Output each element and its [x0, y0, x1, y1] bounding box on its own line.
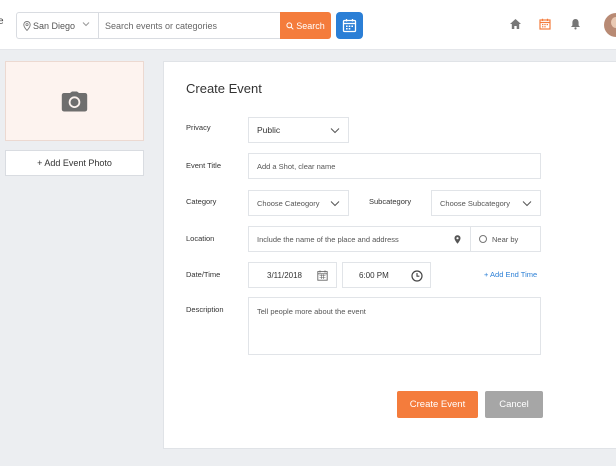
description-placeholder: Tell people more about the event	[257, 307, 366, 316]
event-photo-placeholder[interactable]	[5, 61, 144, 141]
chevron-down-icon	[330, 128, 340, 134]
event-title-label: Event Title	[186, 161, 222, 170]
time-value: 6:00 PM	[359, 270, 389, 280]
subcategory-label: Subcategory	[369, 197, 412, 206]
location-input[interactable]: Include the name of the place and addres…	[248, 226, 471, 252]
events-nav[interactable]	[538, 17, 552, 31]
chevron-down-icon	[330, 201, 340, 207]
add-event-photo-button[interactable]: + Add Event Photo	[5, 150, 144, 176]
event-title-placeholder: Add a Shot, clear name	[257, 161, 336, 171]
search-button[interactable]: Search	[280, 12, 331, 39]
search-button-label: Search	[296, 20, 325, 31]
datetime-label: Date/Time	[186, 270, 221, 279]
privacy-value: Public	[257, 125, 281, 135]
location-selector[interactable]: San Diego	[17, 13, 99, 38]
map-pin-icon	[23, 20, 31, 31]
subcategory-select[interactable]: Choose Subcategory	[431, 190, 541, 216]
create-event-button[interactable]: Create Event	[397, 391, 478, 418]
clock-icon	[411, 270, 423, 282]
location-label: Location	[186, 234, 215, 243]
chevron-down-icon	[522, 201, 532, 207]
radio-icon	[479, 235, 487, 243]
category-label: Category	[186, 197, 217, 206]
search-icon	[286, 21, 294, 30]
page-title: Create Event	[186, 81, 262, 96]
event-title-input[interactable]: Add a Shot, clear name	[248, 153, 541, 179]
date-input[interactable]: 3/11/2018	[248, 262, 337, 288]
privacy-label: Privacy	[186, 123, 211, 132]
near-by-option[interactable]: Near by	[471, 226, 541, 252]
create-event-panel: Create Event Privacy Public Event Title …	[163, 61, 616, 449]
category-select[interactable]: Choose Cateogory	[248, 190, 349, 216]
date-value: 3/11/2018	[267, 270, 302, 280]
description-label: Description	[186, 305, 224, 314]
map-pin-icon	[454, 235, 461, 244]
calendar-icon	[342, 19, 357, 33]
home-nav[interactable]	[508, 17, 522, 31]
search-input[interactable]	[105, 13, 279, 38]
calendar-button[interactable]	[336, 12, 363, 39]
cut-off-text: e	[0, 16, 4, 27]
cancel-button[interactable]: Cancel	[485, 391, 543, 418]
chevron-down-icon	[82, 22, 90, 27]
location-label: San Diego	[33, 20, 76, 31]
home-icon	[509, 19, 521, 29]
time-input[interactable]: 6:00 PM	[342, 262, 431, 288]
category-value: Choose Cateogory	[257, 198, 320, 208]
near-by-label: Near by	[492, 234, 519, 244]
description-textarea[interactable]: Tell people more about the event	[248, 297, 541, 355]
subcategory-value: Choose Subcategory	[440, 198, 511, 208]
top-bar: e San Diego Search	[0, 0, 616, 50]
notifications-nav[interactable]	[568, 17, 582, 31]
privacy-select[interactable]: Public	[248, 117, 349, 143]
calendar-icon	[317, 270, 328, 281]
camera-icon	[61, 91, 88, 111]
avatar[interactable]	[604, 13, 616, 37]
add-end-time-link[interactable]: + Add End Time	[484, 270, 537, 279]
calendar-icon	[539, 18, 551, 30]
bell-icon	[570, 19, 580, 30]
location-placeholder: Include the name of the place and addres…	[257, 234, 399, 244]
search-bar: San Diego Search	[16, 12, 331, 39]
